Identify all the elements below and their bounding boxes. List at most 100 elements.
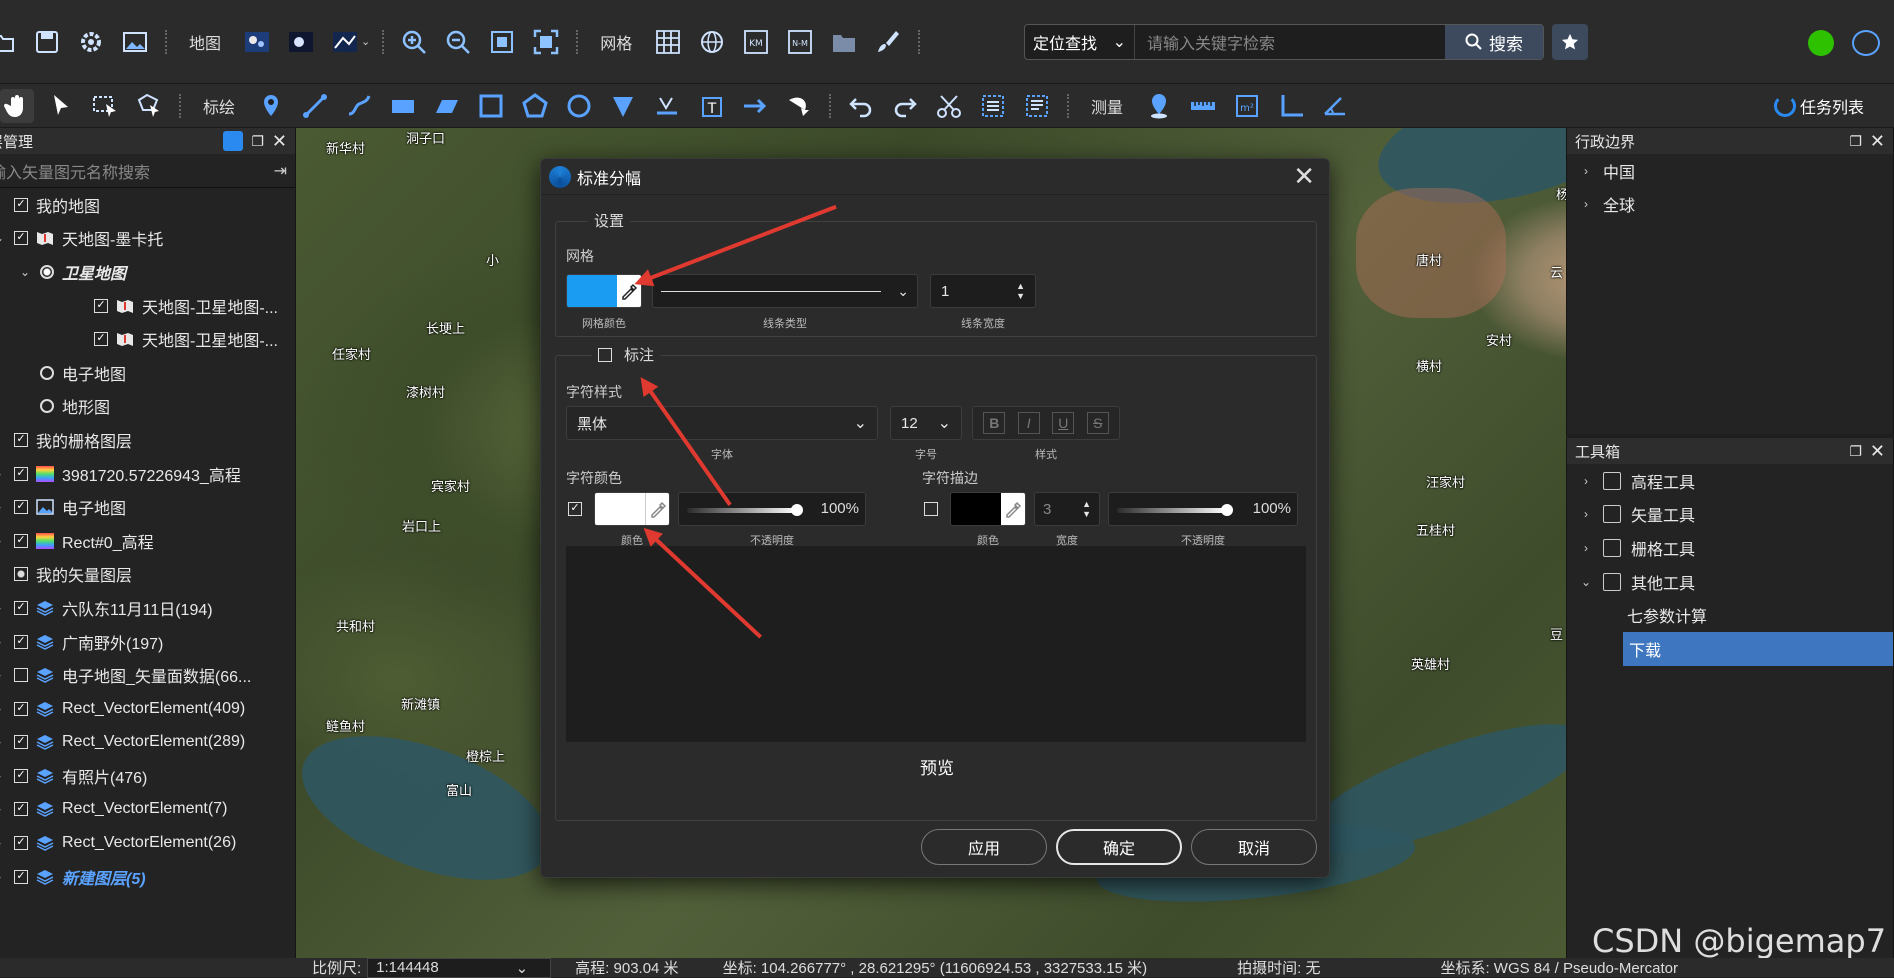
pointer-icon[interactable] [44,89,78,123]
dark-map-icon[interactable] [284,25,318,59]
line-icon[interactable] [298,89,332,123]
folder-icon[interactable] [827,25,861,59]
chevron-right-icon[interactable]: › [0,836,6,850]
stroke-opacity-slider[interactable]: 100% [1108,492,1298,526]
stroke-width-spinner[interactable]: 3 ▲ ▼ [1034,492,1100,526]
layer-checkbox[interactable]: ✓ [14,634,28,649]
stroke-checkbox[interactable] [924,502,938,516]
chevron-down-icon[interactable]: ⌄ [18,265,32,279]
font-size-select[interactable]: 12 ⌄ [890,406,962,440]
pan-hand-icon[interactable] [0,88,34,123]
layer-checkbox[interactable]: ✓ [14,197,28,212]
chevron-right-icon[interactable]: › [0,500,6,514]
crs-readout[interactable]: 坐标系: WGS 84 / Pseudo-Mercator [1440,957,1678,978]
layer-checkbox[interactable] [14,567,28,582]
chevron-right-icon[interactable]: › [1579,164,1593,178]
layer-tree-item[interactable]: ✓ 我的栅格图层 [0,423,295,457]
layer-tree-item[interactable]: › ✓ 3981720.57226943_高程 [0,457,295,491]
favorite-star-button[interactable] [1552,24,1588,60]
brush-icon[interactable] [871,25,905,59]
chevron-right-icon[interactable]: › [0,635,6,649]
globe-icon[interactable] [695,25,729,59]
apply-button[interactable]: 应用 [921,829,1047,865]
spinner-arrows-icon[interactable]: ▲ ▼ [1016,281,1025,301]
layer-tree-item[interactable]: › ✓ Rect_VectorElement(26) [0,826,295,860]
close-icon[interactable]: ✕ [1870,441,1885,462]
chevron-down-icon[interactable]: ⌄ [361,35,370,48]
text-tool-icon[interactable] [650,89,684,123]
redo-icon[interactable] [888,89,922,123]
layer-radio[interactable] [40,399,54,414]
float-panel-icon[interactable]: ❐ [1849,133,1862,150]
square-icon[interactable] [474,89,508,123]
location-pin-icon[interactable] [1142,89,1176,123]
undo-icon[interactable] [844,89,878,123]
eyedropper-icon[interactable] [645,493,669,525]
search-input[interactable]: 请输入关键字检索 [1135,25,1445,59]
underline-button[interactable]: U [1052,412,1075,434]
chevron-down-icon[interactable]: ⌄ [0,231,6,245]
locate-select[interactable]: 定位查找 ⌄ [1025,25,1135,59]
curved-arrow-icon[interactable] [782,89,816,123]
fit-extent-icon[interactable] [485,25,519,59]
boundary-item[interactable]: › 中国 [1567,154,1893,188]
layer-tree-item[interactable]: ✓ 我的地图 [0,188,295,222]
chevron-right-icon[interactable]: › [0,668,6,682]
layer-tree-item[interactable]: ⌄ ✓ 天地图-墨卡托 [0,222,295,256]
layer-checkbox[interactable]: ✓ [14,768,28,783]
grid-color-swatch[interactable] [566,274,642,308]
slider-knob[interactable] [791,504,803,516]
cancel-button[interactable]: 取消 [1191,829,1317,865]
stroke-color-swatch[interactable] [950,492,1026,526]
layer-checkbox[interactable]: ✓ [14,735,28,750]
strike-button[interactable]: S [1086,412,1109,434]
toolbox-item[interactable]: › 矢量工具 [1567,498,1893,532]
char-opacity-slider[interactable]: 100% [678,492,866,526]
layer-checkbox[interactable] [14,668,28,683]
wechat-icon[interactable] [1808,30,1834,56]
area-measure-icon[interactable]: m² [1230,89,1264,123]
satellite-map-icon[interactable] [240,25,274,59]
scissors-icon[interactable] [932,89,966,123]
chevron-right-icon[interactable]: › [0,735,6,749]
layer-tree-item[interactable]: › ✓ 电子地图 [0,490,295,524]
attribute-table-icon[interactable] [976,89,1010,123]
layer-checkbox[interactable]: ✓ [94,332,108,347]
toolbox-item[interactable]: › 高程工具 [1567,464,1893,498]
rectangle-icon[interactable] [386,89,420,123]
azimuth-icon[interactable] [1318,89,1352,123]
layer-checkbox[interactable]: ✓ [94,298,108,313]
float-panel-icon[interactable]: ❐ [251,133,264,150]
layer-tree-item[interactable]: › ✓ Rect#0_高程 [0,524,295,558]
float-panel-icon[interactable]: ❐ [1849,443,1862,460]
grid-icon[interactable] [651,25,685,59]
search-icon[interactable] [223,131,244,151]
chevron-right-icon[interactable]: › [1579,474,1593,488]
layer-checkbox[interactable]: ✓ [14,500,28,515]
chevron-right-icon[interactable]: › [0,802,6,816]
select-box-icon[interactable] [88,89,122,123]
layer-tree-item[interactable]: › ✓ 新建图层(5) [0,860,295,894]
chevron-right-icon[interactable]: › [0,534,6,548]
char-color-checkbox[interactable]: ✓ [568,502,582,516]
boundary-item[interactable]: › 全球 [1567,188,1893,222]
ruler-icon[interactable] [1186,89,1220,123]
chevron-right-icon[interactable]: › [1579,197,1593,211]
layer-tree-item[interactable]: ✓ 天地图-卫星地图-... [0,322,295,356]
dialog-close-icon[interactable]: ✕ [1293,163,1315,189]
marker-icon[interactable] [254,89,288,123]
weibo-icon[interactable] [1852,30,1880,56]
spinner-arrows-icon[interactable]: ▲ ▼ [1082,499,1091,519]
font-select[interactable]: 黑体 ⌄ [566,406,878,440]
layer-tree-item[interactable]: 电子地图 [0,356,295,390]
select-polygon-icon[interactable] [132,89,166,123]
chevron-right-icon[interactable]: › [1579,507,1593,521]
toolbox-item[interactable]: ⌄ 其他工具 [1567,565,1893,599]
layer-tree-item[interactable]: › ✓ 六队东11月11日(194) [0,591,295,625]
layer-tree-item[interactable]: › 电子地图_矢量面数据(66... [0,658,295,692]
toolbox-item[interactable]: › 栅格工具 [1567,531,1893,565]
save-icon[interactable] [30,25,64,59]
layer-checkbox[interactable]: ✓ [14,701,28,716]
parallelogram-icon[interactable] [430,89,464,123]
close-icon[interactable]: ✕ [272,131,287,152]
